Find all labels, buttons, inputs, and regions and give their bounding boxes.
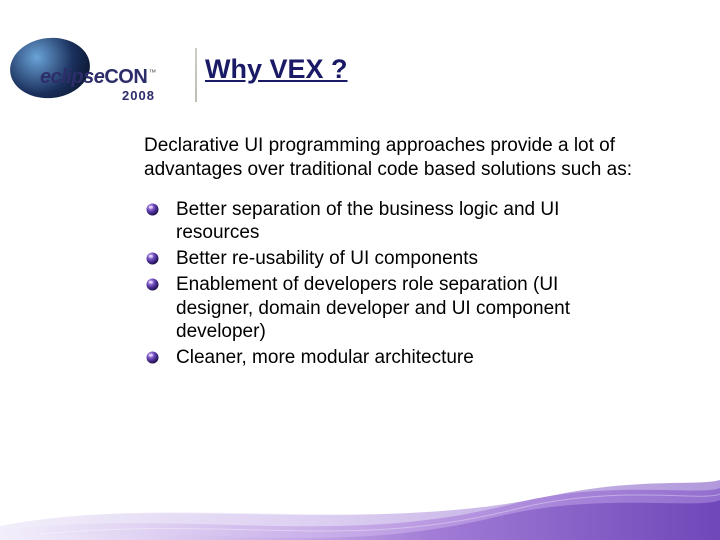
list-item: Better separation of the business logic … — [144, 198, 639, 246]
bullet-icon — [146, 203, 159, 216]
footer-swoosh — [0, 430, 720, 540]
brand-year: 2008 — [122, 88, 155, 103]
list-item: Cleaner, more modular architecture — [144, 346, 639, 370]
intro-paragraph: Declarative UI programming approaches pr… — [144, 134, 639, 182]
bullet-icon — [146, 351, 159, 364]
brand-con: CON — [104, 66, 147, 88]
list-item: Enablement of developers role separation… — [144, 273, 639, 344]
logo-wordmark: eclipseCON™ — [40, 66, 156, 89]
list-item-text: Better separation of the business logic … — [176, 199, 559, 244]
logo-divider — [195, 48, 197, 102]
bullet-list: Better separation of the business logic … — [144, 198, 639, 370]
bullet-icon — [146, 252, 159, 265]
list-item-text: Enablement of developers role separation… — [176, 274, 570, 343]
brand-tm: ™ — [148, 68, 156, 77]
brand-eclipse: eclipse — [40, 66, 104, 88]
slide-title: Why VEX ? — [205, 54, 348, 85]
list-item-text: Better re-usability of UI components — [176, 248, 478, 269]
list-item: Better re-usability of UI components — [144, 247, 639, 271]
eclipsecon-logo: eclipseCON™ 2008 — [10, 48, 185, 108]
slide-body: Declarative UI programming approaches pr… — [144, 134, 639, 372]
list-item-text: Cleaner, more modular architecture — [176, 347, 474, 368]
bullet-icon — [146, 278, 159, 291]
